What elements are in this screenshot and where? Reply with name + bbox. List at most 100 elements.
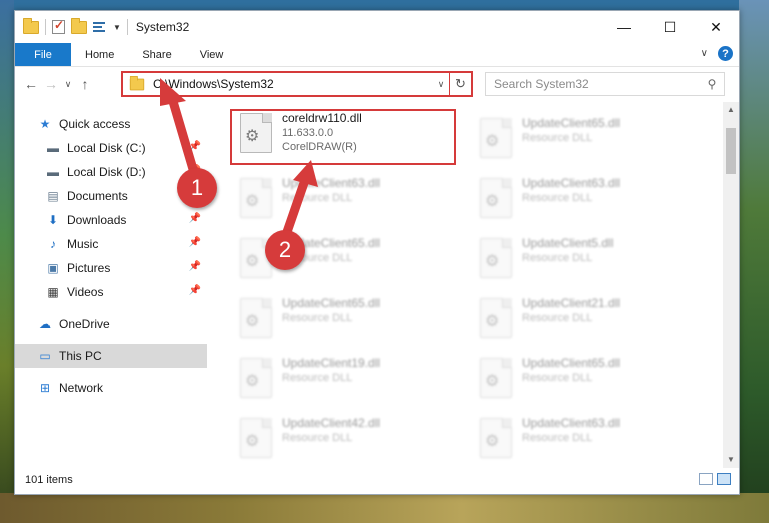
file-type: Resource DLL	[282, 372, 353, 384]
search-placeholder[interactable]: Search System32	[494, 77, 700, 91]
dll-file-icon: ⚙	[240, 178, 272, 218]
file-name: UpdateClient19.dll	[282, 356, 381, 370]
sidebar-item-quick-access[interactable]: ★ Quick access	[15, 112, 207, 136]
documents-icon: ▤	[47, 189, 59, 203]
dll-file-icon: ⚙	[480, 298, 512, 338]
scroll-thumb[interactable]	[726, 128, 736, 174]
toolbar-separator	[126, 19, 128, 35]
sidebar-item-this-pc[interactable]: ▭ This PC	[15, 344, 207, 368]
file-item[interactable]: ⚙ UpdateClient63.dll Resource DLL	[472, 174, 692, 230]
computer-icon: ▭	[39, 349, 51, 363]
sidebar-item-label: Videos	[67, 285, 104, 299]
file-type: Resource DLL	[282, 312, 353, 324]
tab-view[interactable]: View	[186, 43, 238, 66]
sidebar-item-label: Downloads	[67, 213, 127, 227]
large-icons-view-icon[interactable]	[717, 473, 731, 485]
address-path[interactable]: C:\Windows\System32	[153, 77, 433, 91]
properties-check-icon[interactable]	[52, 18, 65, 34]
sidebar-item-onedrive[interactable]: ☁ OneDrive	[15, 312, 207, 336]
address-dropdown-icon[interactable]: ∨	[433, 79, 449, 90]
drive-icon: ▬	[47, 165, 59, 179]
dll-file-icon: ⚙	[480, 178, 512, 218]
new-folder-icon[interactable]	[71, 17, 87, 34]
pictures-icon: ▣	[47, 261, 59, 275]
file-item[interactable]: ⚙ UpdateClient42.dll Resource DLL	[232, 414, 452, 470]
dll-file-icon: ⚙	[240, 418, 272, 458]
main-area: ★ Quick access ▬ Local Disk (C:) 📌 ▬ Loc…	[15, 102, 739, 468]
search-icon[interactable]: ⚲	[700, 77, 724, 91]
maximize-button[interactable]: ☐	[647, 11, 693, 43]
file-item[interactable]: ⚙ UpdateClient5.dll Resource DLL	[472, 234, 692, 290]
vertical-scrollbar[interactable]: ▲ ▼	[723, 102, 739, 468]
file-type: Resource DLL	[522, 312, 593, 324]
star-icon: ★	[39, 117, 51, 131]
desktop-background-bottom	[0, 493, 769, 523]
folder-icon[interactable]	[23, 17, 39, 34]
file-type: Resource DLL	[522, 432, 593, 444]
file-explorer-window: ▼ System32 — ☐ ✕ File Home Share View ∨ …	[14, 10, 740, 495]
dll-file-icon: ⚙	[480, 358, 512, 398]
tab-share[interactable]: Share	[128, 43, 185, 66]
file-type: Resource DLL	[282, 432, 353, 444]
file-name: UpdateClient5.dll	[522, 236, 614, 250]
dll-file-icon: ⚙	[480, 418, 512, 458]
minimize-button[interactable]: —	[601, 11, 647, 43]
window-title: System32	[135, 20, 190, 34]
file-type: Resource DLL	[282, 192, 353, 204]
help-icon[interactable]: ?	[718, 46, 733, 61]
tab-file[interactable]: File	[15, 43, 71, 66]
file-item[interactable]: ⚙ UpdateClient19.dll Resource DLL	[232, 354, 452, 410]
pin-icon[interactable]: 📌	[189, 213, 201, 224]
file-item[interactable]: ⚙ UpdateClient65.dll Resource DLL	[232, 294, 452, 350]
customize-toolbar-icon[interactable]	[93, 20, 107, 34]
pin-icon[interactable]: 📌	[189, 237, 201, 248]
dll-file-icon: ⚙	[480, 118, 512, 158]
file-item[interactable]: ⚙ UpdateClient63.dll Resource DLL	[472, 414, 692, 470]
sidebar-item-label: Pictures	[67, 261, 111, 275]
sidebar-item-network[interactable]: ⊞ Network	[15, 376, 207, 400]
scroll-up-icon[interactable]: ▲	[723, 102, 739, 118]
toolbar-separator	[45, 19, 46, 35]
pin-icon[interactable]: 📌	[189, 285, 201, 296]
toolbar-dropdown-icon[interactable]: ▼	[113, 23, 121, 32]
dll-file-icon: ⚙	[480, 238, 512, 278]
up-arrow-icon[interactable]: ↑	[75, 76, 95, 92]
ribbon-tabs: File Home Share View ∨ ?	[15, 43, 739, 67]
step-1-badge: 1	[177, 168, 217, 208]
tab-home[interactable]: Home	[71, 43, 128, 66]
details-view-icon[interactable]	[699, 473, 713, 485]
sidebar-item-label: Quick access	[59, 117, 131, 131]
file-item[interactable]: ⚙ UpdateClient65.dll Resource DLL	[232, 234, 452, 290]
file-name: UpdateClient21.dll	[522, 296, 621, 310]
file-item[interactable]: ⚙ UpdateClient21.dll Resource DLL	[472, 294, 692, 350]
navigation-bar: ← → ∨ ↑ C:\Windows\System32 ∨ ↻ Search S…	[15, 67, 739, 101]
sidebar-item-music[interactable]: ♪ Music 📌	[15, 232, 207, 256]
file-type: Resource DLL	[522, 132, 593, 144]
sidebar-item-label: OneDrive	[59, 317, 110, 331]
file-item[interactable]: ⚙ UpdateClient65.dll Resource DLL	[472, 114, 692, 170]
back-arrow-icon[interactable]: ←	[21, 76, 41, 92]
file-name: UpdateClient63.dll	[522, 176, 621, 190]
close-button[interactable]: ✕	[693, 11, 739, 43]
sidebar-item-downloads[interactable]: ⬇ Downloads 📌	[15, 208, 207, 232]
file-type: Resource DLL	[522, 372, 593, 384]
file-item[interactable]: ⚙ UpdateClient63.dll Resource DLL	[232, 174, 452, 230]
file-item[interactable]: ⚙ UpdateClient65.dll Resource DLL	[472, 354, 692, 410]
step-2-badge: 2	[265, 230, 305, 270]
sidebar-item-label: Music	[67, 237, 99, 251]
desktop-background-right	[739, 0, 769, 523]
sidebar-item-local-disk-c[interactable]: ▬ Local Disk (C:) 📌	[15, 136, 207, 160]
search-box[interactable]: Search System32 ⚲	[485, 72, 725, 96]
recent-locations-chevron-icon[interactable]: ∨	[61, 79, 75, 90]
forward-arrow-icon[interactable]: →	[41, 76, 61, 92]
refresh-icon[interactable]: ↻	[449, 73, 471, 95]
sidebar-item-videos[interactable]: ▦ Videos 📌	[15, 280, 207, 304]
address-bar[interactable]: C:\Windows\System32 ∨ ↻	[121, 71, 473, 97]
pin-icon[interactable]: 📌	[189, 141, 201, 152]
sidebar-item-pictures[interactable]: ▣ Pictures 📌	[15, 256, 207, 280]
expand-ribbon-icon[interactable]: ∨	[701, 48, 708, 59]
cloud-icon: ☁	[39, 317, 51, 331]
pin-icon[interactable]: 📌	[189, 261, 201, 272]
quick-access-toolbar: ▼	[15, 17, 128, 35]
window-controls: — ☐ ✕	[601, 11, 739, 43]
